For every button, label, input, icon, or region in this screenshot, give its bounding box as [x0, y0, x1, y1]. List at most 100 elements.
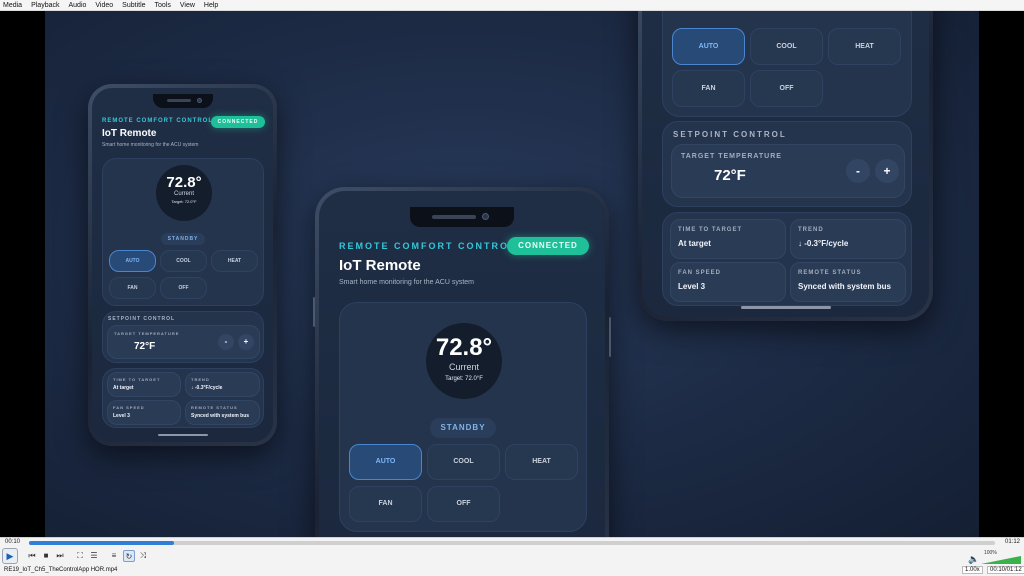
decrease-temp-button[interactable]: - — [846, 159, 870, 183]
app-subtitle: Smart home monitoring for the ACU system — [102, 142, 199, 148]
mode-fan-button[interactable]: FAN — [672, 70, 745, 107]
trend-value: ↓ -0.3°F/cycle — [798, 239, 849, 248]
media-player-window: Media Playback Audio Video Subtitle Tool… — [0, 0, 1024, 576]
remote-status-tile: REMOTE STATUS Synced with system bus — [185, 400, 260, 425]
app-subtitle: Smart home monitoring for the ACU system — [339, 279, 474, 286]
stats-card: TIME TO TARGET At target TREND ↓ -0.3°F/… — [662, 212, 912, 306]
current-temp-gauge: 72.8° Current Target: 72.0°F — [156, 165, 212, 221]
setpoint-card: SETPOINT CONTROL TARGET TEMPERATURE 72°F… — [662, 121, 912, 207]
trend-label: TREND — [798, 227, 824, 233]
remote-status-label: REMOTE STATUS — [798, 270, 862, 276]
trend-value: ↓ -0.3°F/cycle — [191, 385, 223, 391]
target-temp-panel: TARGET TEMPERATURE 72°F - + — [671, 144, 905, 198]
app-title: IoT Remote — [102, 128, 157, 139]
fullscreen-icon[interactable]: ⛶ — [75, 550, 85, 562]
seek-bar[interactable] — [29, 541, 995, 545]
target-temp-value: 72°F — [134, 341, 156, 352]
menu-tools[interactable]: Tools — [155, 2, 171, 9]
home-indicator — [740, 306, 831, 309]
time-display[interactable]: 00:10/01:12 — [987, 566, 1024, 574]
next-icon[interactable]: ⏭ — [55, 550, 65, 562]
video-frame: REMOTE COMFORT CONTROL CONNECTED IoT Rem… — [45, 11, 979, 537]
phone-left-screen: REMOTE COMFORT CONTROL CONNECTED IoT Rem… — [92, 88, 273, 442]
playlist-icon[interactable]: ≡ — [109, 550, 119, 562]
previous-icon[interactable]: ⏮ — [27, 550, 37, 562]
fan-speed-tile: FAN SPEED Level 3 — [670, 262, 786, 302]
volume-slider[interactable] — [981, 556, 1021, 564]
phone-center: REMOTE COMFORT CONTROL CONNECTED IoT Rem… — [313, 187, 611, 537]
mode-off-button[interactable]: OFF — [427, 486, 500, 522]
playback-speed[interactable]: 1.00x — [962, 566, 983, 574]
player-controls: 00:10 01:12 ▶ ⏮ ■ ⏭ ⛶ ☰ ≡ ↻ ⤨ 🔈 100% RE1… — [0, 537, 1024, 576]
volume-icon[interactable]: 🔈 — [968, 554, 979, 565]
state-badge: STANDBY — [430, 418, 496, 438]
increase-temp-button[interactable]: + — [238, 334, 254, 350]
menu-subtitle[interactable]: Subtitle — [122, 2, 145, 9]
app-eyebrow: REMOTE COMFORT CONTROL — [102, 118, 213, 124]
mode-cool-button[interactable]: COOL — [427, 444, 500, 480]
file-name: RE19_IoT_Ch5_TheControlApp HOR.mp4 — [4, 567, 118, 573]
mode-off-button[interactable]: OFF — [160, 277, 207, 299]
mode-auto-button[interactable]: AUTO — [672, 28, 745, 65]
play-button[interactable]: ▶ — [2, 548, 18, 564]
fan-speed-label: FAN SPEED — [678, 270, 722, 276]
setpoint-section-title: SETPOINT CONTROL — [108, 316, 176, 322]
menu-audio[interactable]: Audio — [68, 2, 86, 9]
menu-video[interactable]: Video — [95, 2, 113, 9]
phone-right-screen: AUTO COOL HEAT FAN OFF SETPOINT CONTROL … — [642, 11, 929, 317]
target-temp-label: TARGET TEMPERATURE — [114, 331, 180, 336]
fan-speed-value: Level 3 — [678, 282, 706, 291]
decrease-temp-button[interactable]: - — [218, 334, 234, 350]
time-to-target-value: At target — [113, 385, 134, 391]
menu-playback[interactable]: Playback — [31, 2, 59, 9]
connected-badge: CONNECTED — [211, 116, 265, 128]
menu-view[interactable]: View — [180, 2, 195, 9]
shuffle-icon[interactable]: ⤨ — [138, 550, 148, 562]
climate-card: 72.8° Current Target: 72.0°F STANDBY AUT… — [102, 158, 264, 306]
current-label: Current — [448, 362, 479, 372]
increase-temp-button[interactable]: + — [875, 159, 899, 183]
mode-off-button[interactable]: OFF — [750, 70, 823, 107]
mode-auto-button[interactable]: AUTO — [109, 250, 156, 272]
connected-badge: CONNECTED — [507, 237, 589, 255]
mode-heat-button[interactable]: HEAT — [211, 250, 258, 272]
total-time: 01:12 — [1004, 539, 1020, 545]
menu-help[interactable]: Help — [204, 2, 218, 9]
video-area[interactable]: REMOTE COMFORT CONTROL CONNECTED IoT Rem… — [0, 11, 1024, 537]
mode-cool-button[interactable]: COOL — [160, 250, 207, 272]
loop-icon[interactable]: ↻ — [123, 550, 135, 562]
mode-auto-button[interactable]: AUTO — [349, 444, 422, 480]
target-small: Target: 72.0°F — [445, 376, 483, 382]
setpoint-section-title: SETPOINT CONTROL — [673, 130, 787, 139]
mode-fan-button[interactable]: FAN — [349, 486, 422, 522]
remote-status-label: REMOTE STATUS — [191, 405, 238, 410]
remote-status-tile: REMOTE STATUS Synced with system bus — [790, 262, 906, 302]
remote-status-value: Synced with system bus — [191, 413, 250, 419]
extended-settings-icon[interactable]: ☰ — [89, 550, 99, 562]
volume-percent: 100% — [984, 550, 997, 556]
trend-tile: TREND ↓ -0.3°F/cycle — [185, 372, 260, 397]
app-title: IoT Remote — [339, 257, 421, 274]
target-temp-panel: TARGET TEMPERATURE 72°F - + — [107, 325, 260, 359]
mode-heat-button[interactable]: HEAT — [505, 444, 578, 480]
phone-right: AUTO COOL HEAT FAN OFF SETPOINT CONTROL … — [638, 11, 933, 321]
mode-heat-button[interactable]: HEAT — [828, 28, 901, 65]
mode-cool-button[interactable]: COOL — [750, 28, 823, 65]
mode-fan-button[interactable]: FAN — [109, 277, 156, 299]
stop-icon[interactable]: ■ — [41, 550, 51, 562]
current-temp: 72.8° — [435, 334, 493, 361]
time-to-target-label: TIME TO TARGET — [678, 227, 743, 233]
time-to-target-value: At target — [678, 239, 711, 248]
trend-tile: TREND ↓ -0.3°F/cycle — [790, 219, 906, 259]
app-eyebrow: REMOTE COMFORT CONTROL — [339, 241, 517, 251]
climate-card: AUTO COOL HEAT FAN OFF — [662, 11, 912, 117]
fan-speed-tile: FAN SPEED Level 3 — [107, 400, 181, 425]
state-badge: STANDBY — [161, 233, 205, 245]
phone-notch — [152, 94, 213, 108]
phone-center-screen: REMOTE COMFORT CONTROL CONNECTED IoT Rem… — [319, 191, 605, 537]
target-temp-label: TARGET TEMPERATURE — [681, 153, 782, 160]
seek-progress — [29, 541, 174, 545]
menu-media[interactable]: Media — [3, 2, 22, 9]
time-to-target-tile: TIME TO TARGET At target — [107, 372, 181, 397]
time-to-target-tile: TIME TO TARGET At target — [670, 219, 786, 259]
